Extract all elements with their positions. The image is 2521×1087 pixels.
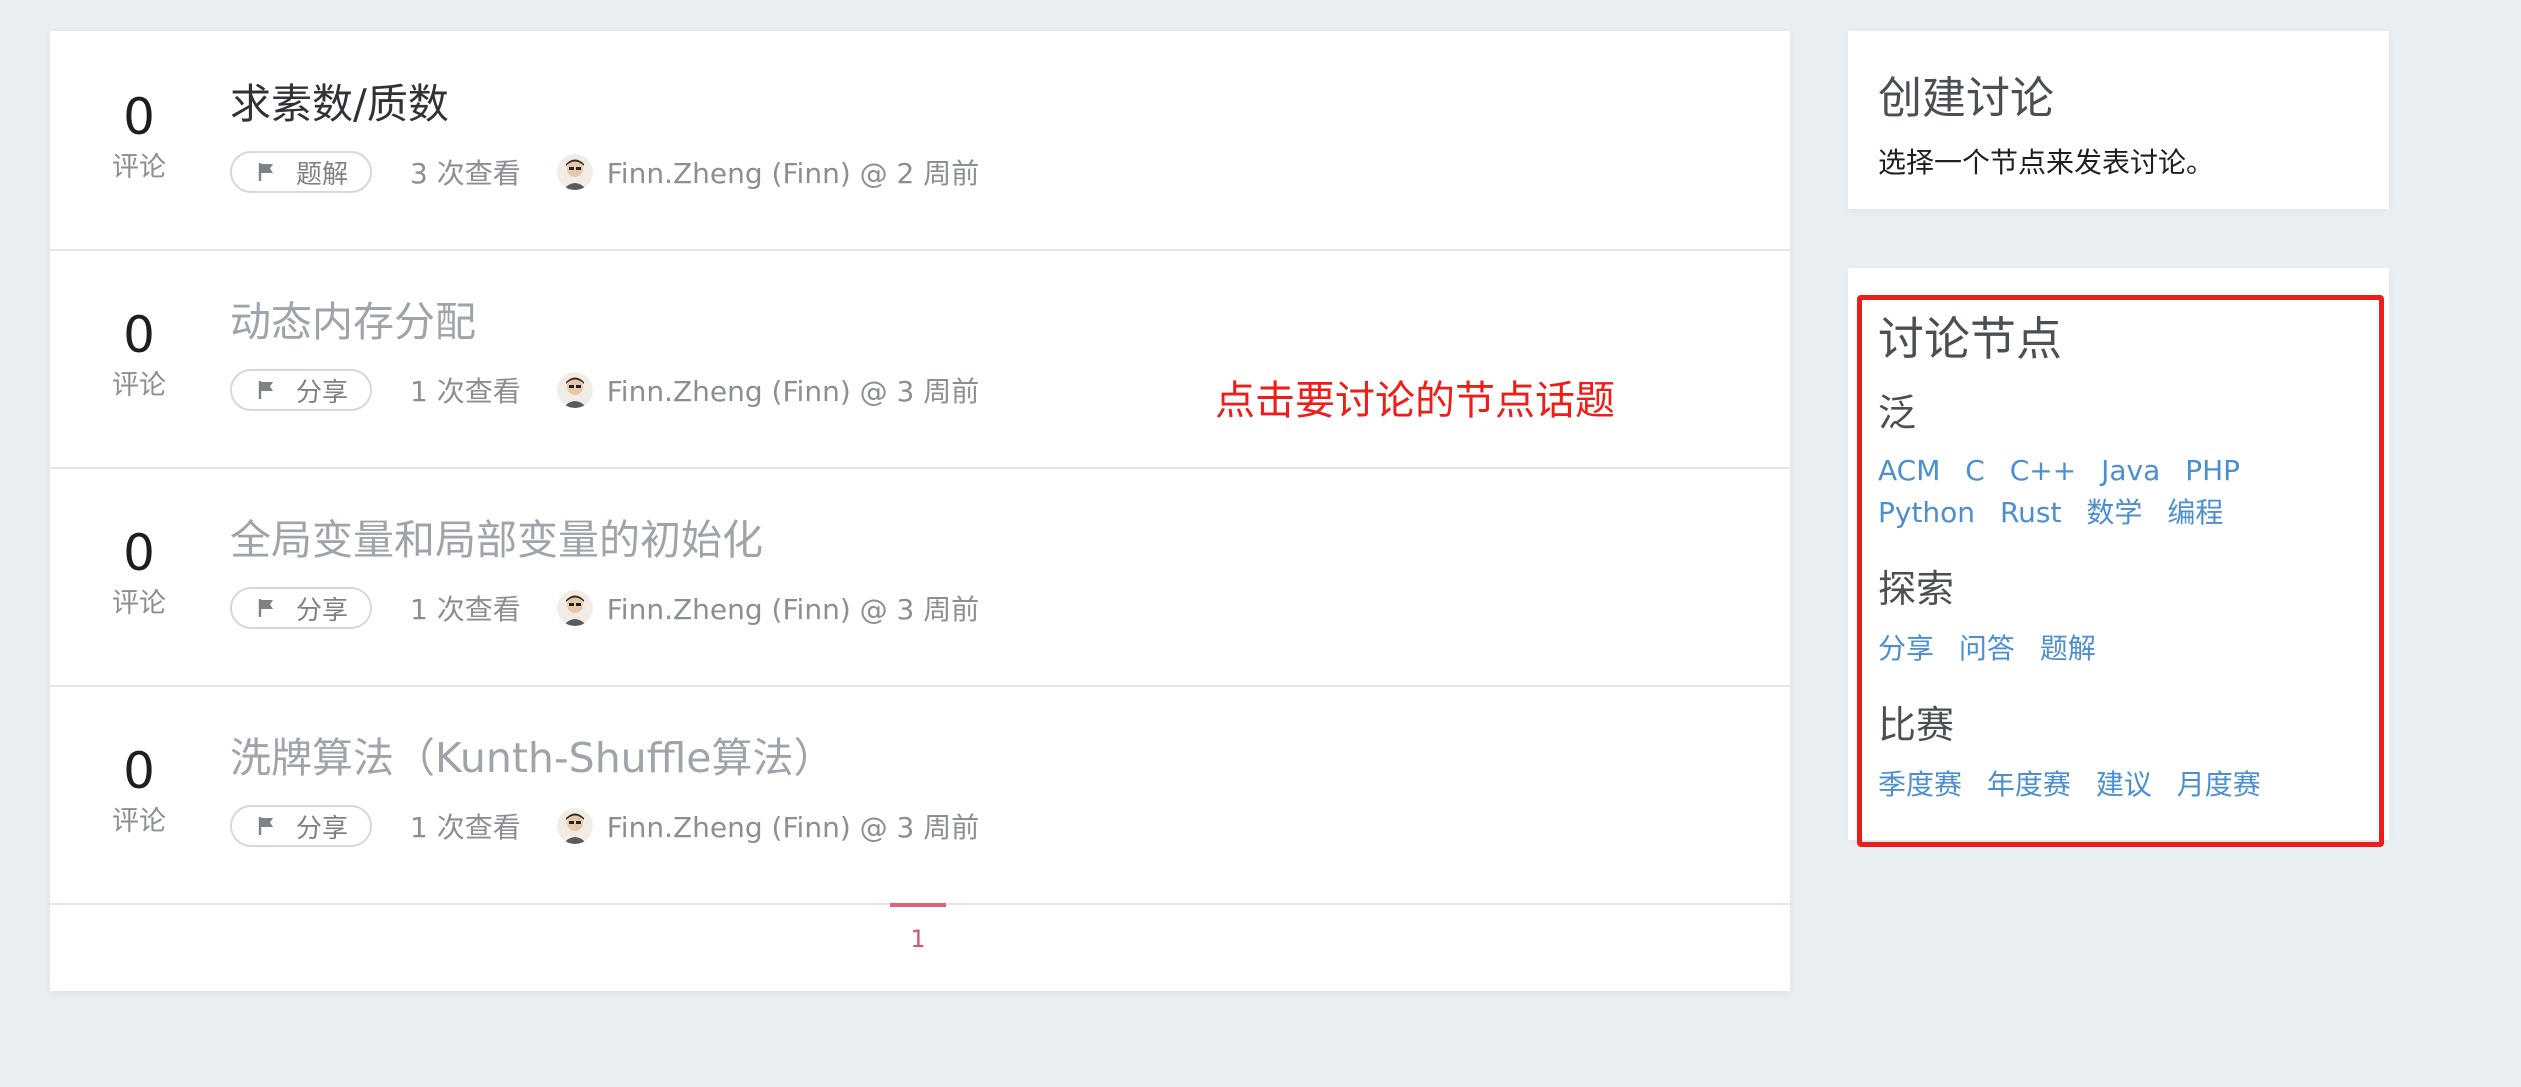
flag-icon <box>258 381 273 399</box>
comment-count-label: 评论 <box>112 806 166 837</box>
discussion-list: 0 评论 求素数/质数 题解 3 次查看 Finn.Zheng (Finn) @… <box>50 31 1790 991</box>
node-tag[interactable]: 分享 <box>230 369 373 411</box>
topic-title-link[interactable]: 动态内存分配 <box>230 295 476 349</box>
comment-count: 0 评论 <box>90 523 188 621</box>
user-avatar[interactable] <box>556 154 593 190</box>
create-discussion-title: 创建讨论 <box>1878 73 2054 124</box>
comment-count-label: 评论 <box>112 370 166 401</box>
topic-title-link[interactable]: 全局变量和局部变量的初始化 <box>230 513 763 567</box>
comment-count: 0 评论 <box>90 87 188 185</box>
comment-count-number: 0 <box>123 306 155 364</box>
topic-title-link[interactable]: 求素数/质数 <box>230 77 449 131</box>
flag-icon <box>258 163 273 181</box>
user-avatar[interactable] <box>556 590 593 626</box>
comment-count: 0 评论 <box>90 741 188 839</box>
comment-count-number: 0 <box>123 524 155 582</box>
flag-icon <box>258 817 273 835</box>
page-link-current[interactable]: 1 <box>890 903 946 983</box>
highlight-box <box>1857 295 2384 847</box>
user-avatar[interactable] <box>556 808 593 844</box>
author-info[interactable]: Finn.Zheng (Finn) @ 3 周前 <box>607 370 980 410</box>
comment-count: 0 评论 <box>90 305 188 403</box>
comment-count-label: 评论 <box>112 588 166 619</box>
view-count: 3 次查看 <box>410 157 521 190</box>
comment-count-number: 0 <box>123 742 155 800</box>
topic-meta: 分享 1 次查看 Finn.Zheng (Finn) @ 3 周前 <box>230 367 979 413</box>
view-count: 1 次查看 <box>410 811 521 844</box>
discussion-row[interactable]: 0 评论 洗牌算法（Kunth-Shuffle算法） 分享 1 次查看 Finn… <box>50 685 1790 905</box>
create-discussion-card: 创建讨论 选择一个节点来发表讨论。 <box>1848 31 2389 209</box>
author-info[interactable]: Finn.Zheng (Finn) @ 3 周前 <box>607 806 980 846</box>
node-tag-label: 分享 <box>296 813 349 844</box>
topic-meta: 分享 1 次查看 Finn.Zheng (Finn) @ 3 周前 <box>230 803 979 849</box>
comment-count-number: 0 <box>123 88 155 146</box>
node-tag[interactable]: 题解 <box>230 151 373 193</box>
annotation-text: 点击要讨论的节点话题 <box>1215 378 1615 424</box>
discussion-row[interactable]: 0 评论 全局变量和局部变量的初始化 分享 1 次查看 Finn.Zheng (… <box>50 467 1790 687</box>
user-avatar[interactable] <box>556 372 593 408</box>
discussion-row[interactable]: 0 评论 求素数/质数 题解 3 次查看 Finn.Zheng (Finn) @… <box>50 31 1790 251</box>
topic-title-link[interactable]: 洗牌算法（Kunth-Shuffle算法） <box>230 731 835 785</box>
node-tag[interactable]: 分享 <box>230 587 373 629</box>
node-tag[interactable]: 分享 <box>230 805 373 847</box>
create-discussion-desc: 选择一个节点来发表讨论。 <box>1878 146 2215 179</box>
discussion-row[interactable]: 0 评论 动态内存分配 分享 1 次查看 Finn.Zheng (Finn) @… <box>50 249 1790 469</box>
view-count: 1 次查看 <box>410 593 521 626</box>
comment-count-label: 评论 <box>112 152 166 183</box>
node-tag-label: 分享 <box>296 595 349 626</box>
topic-meta: 题解 3 次查看 Finn.Zheng (Finn) @ 2 周前 <box>230 149 979 195</box>
author-info[interactable]: Finn.Zheng (Finn) @ 3 周前 <box>607 588 980 628</box>
flag-icon <box>258 599 273 617</box>
author-info[interactable]: Finn.Zheng (Finn) @ 2 周前 <box>607 152 980 192</box>
node-tag-label: 分享 <box>296 377 349 408</box>
node-tag-label: 题解 <box>296 159 349 190</box>
view-count: 1 次查看 <box>410 375 521 408</box>
pagination: 1 <box>50 903 1790 991</box>
topic-meta: 分享 1 次查看 Finn.Zheng (Finn) @ 3 周前 <box>230 585 979 631</box>
